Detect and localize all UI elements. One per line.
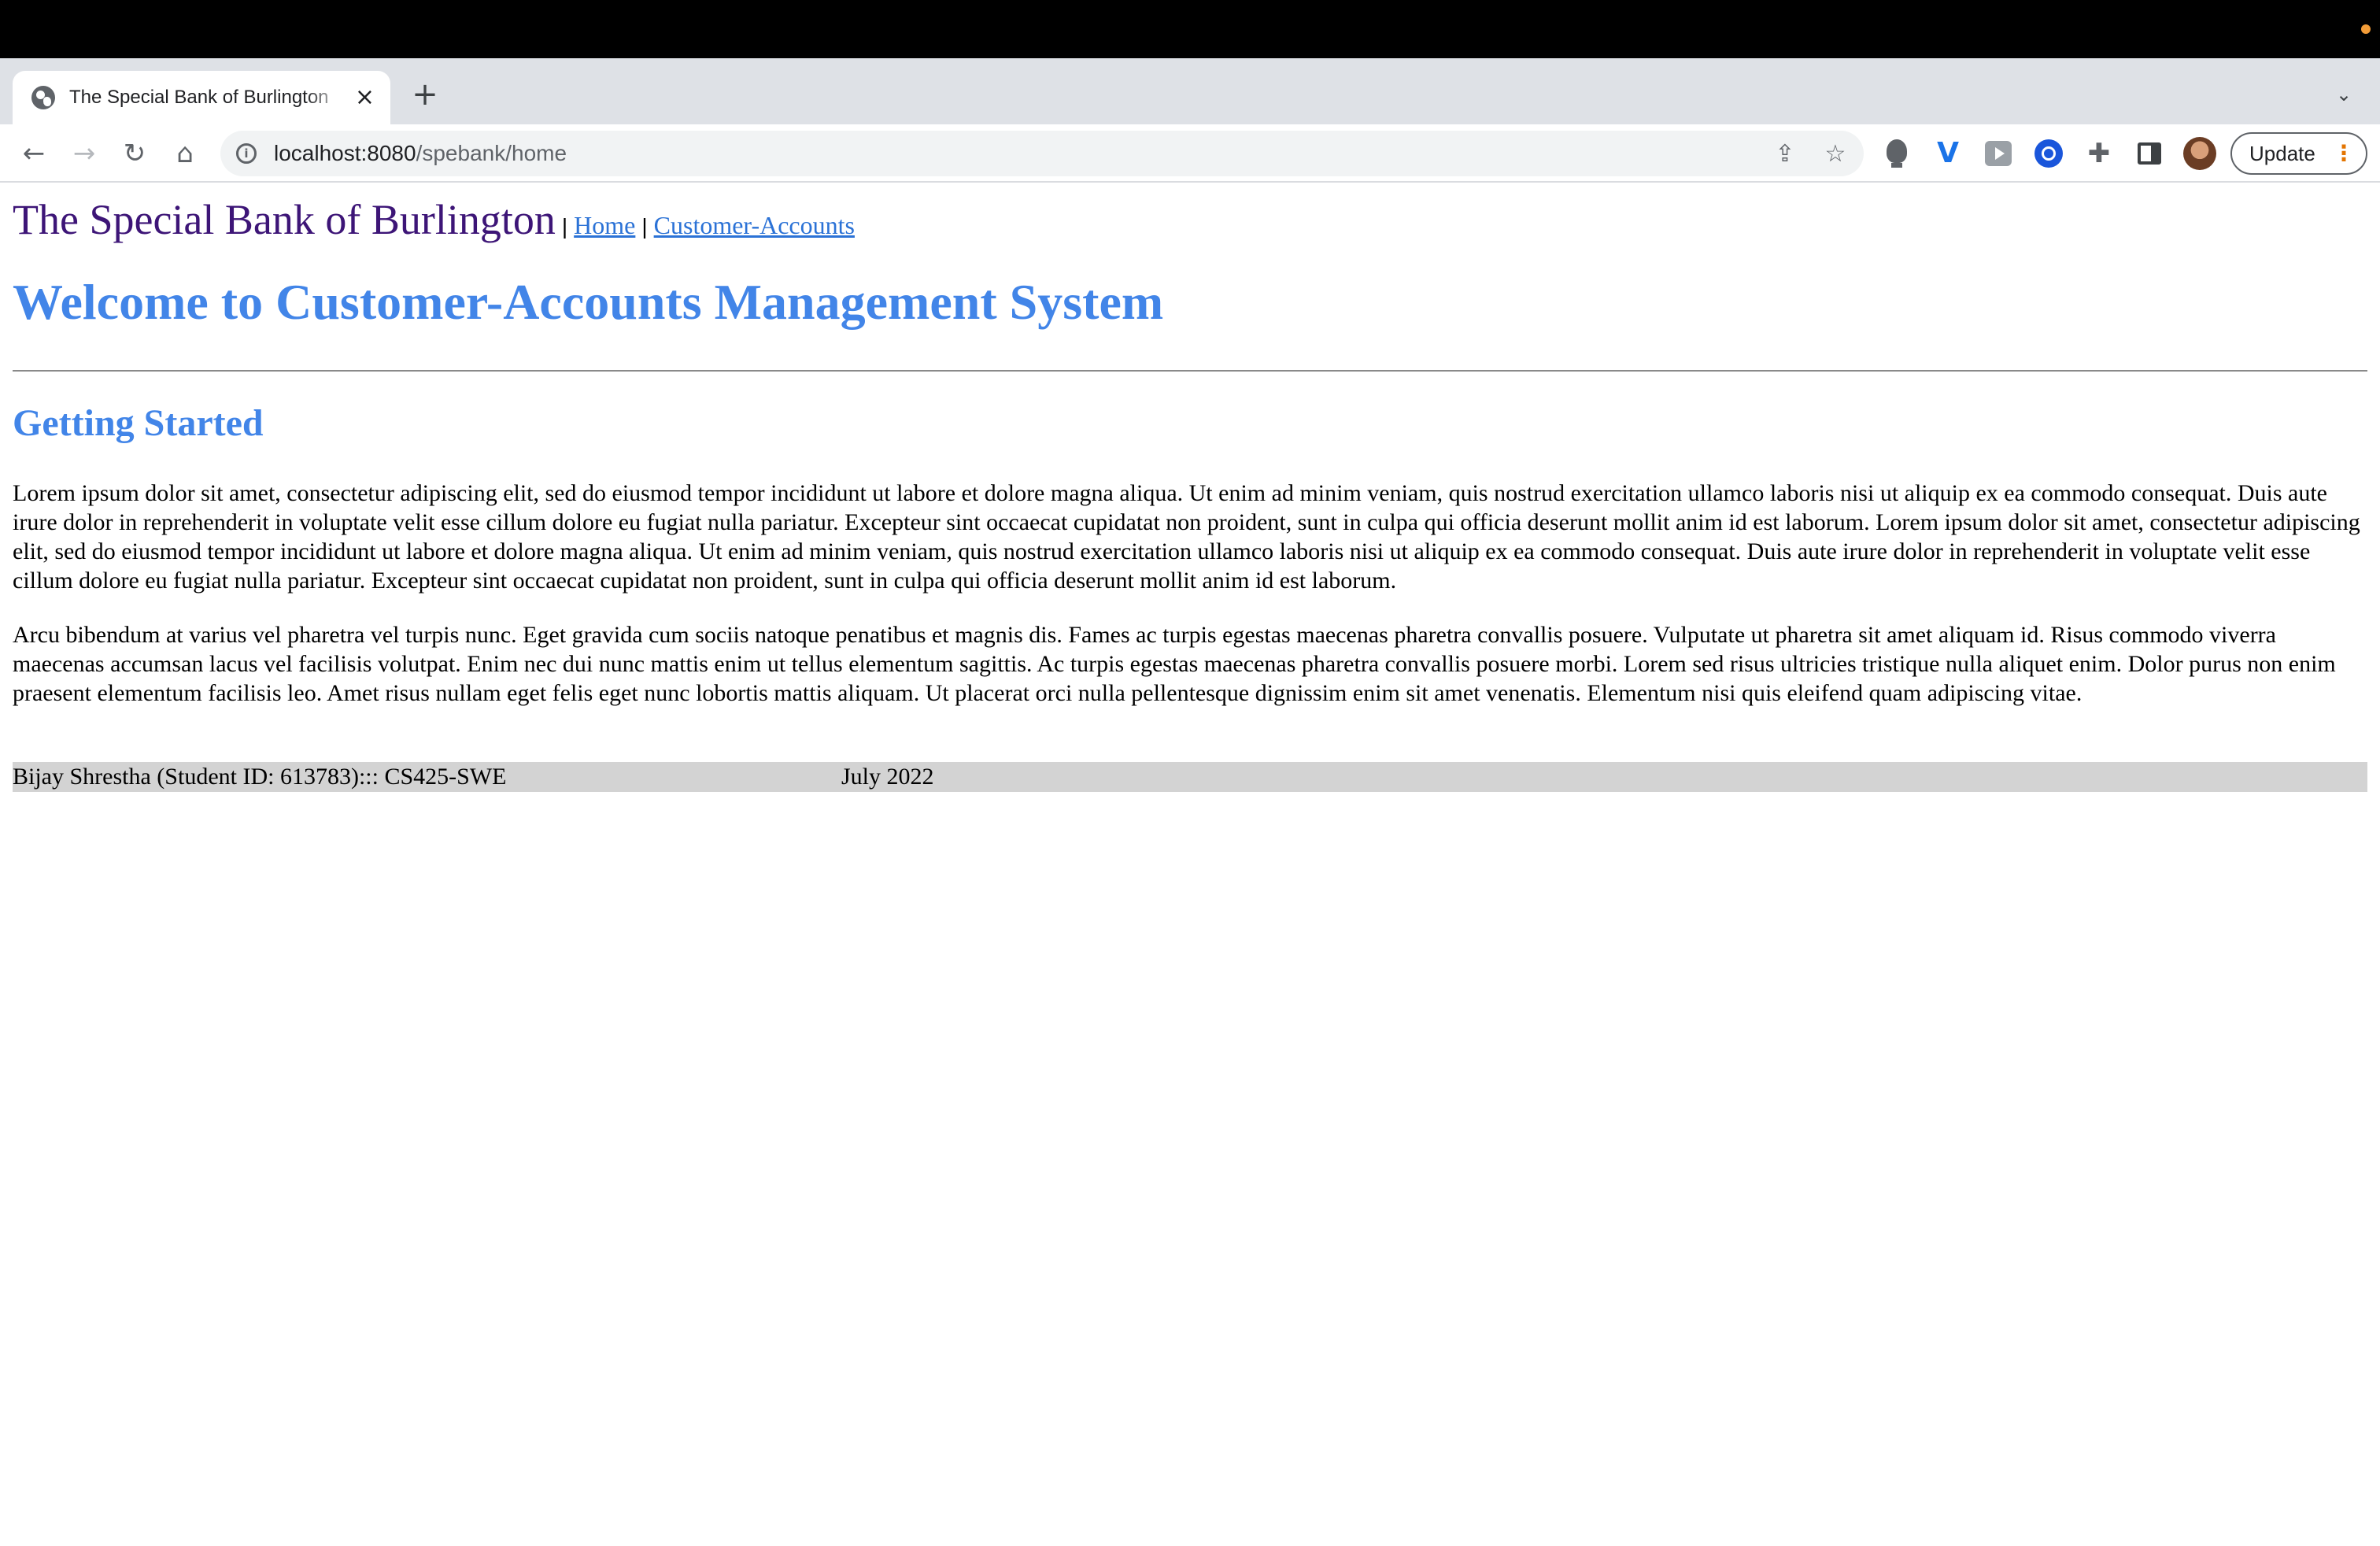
nav-separator: |	[561, 214, 568, 239]
tab-title: The Special Bank of Burlington	[69, 87, 329, 108]
puzzle-icon[interactable]: ✚	[2083, 138, 2115, 169]
chevron-down-icon[interactable]: ⌄	[2330, 80, 2358, 109]
lightbulb-icon[interactable]	[1881, 138, 1913, 169]
site-header: The Special Bank of Burlington | Home | …	[13, 195, 855, 244]
bookmark-star-icon[interactable]: ☆	[1818, 137, 1853, 172]
section-heading: Getting Started	[13, 402, 264, 444]
browser-toolbar: ← → ↻ ⌂ i localhost:8080/spebank/home ⇪ …	[0, 124, 2380, 183]
nav-link-home[interactable]: Home	[574, 211, 635, 239]
close-icon[interactable]: ×	[355, 86, 375, 109]
nav-separator: |	[641, 214, 648, 239]
play-extension-icon[interactable]	[1983, 138, 2014, 169]
v-extension-icon[interactable]: V	[1932, 138, 1964, 169]
kebab-menu-icon: ⋮	[2333, 140, 2355, 166]
recording-indicator-icon	[2361, 24, 2371, 34]
update-label: Update	[2249, 142, 2315, 165]
brand-title: The Special Bank of Burlington	[13, 196, 556, 243]
page-footer: Bijay Shrestha (Student ID: 613783)::: C…	[13, 762, 2367, 792]
nav-link-customer-accounts[interactable]: Customer-Accounts	[654, 211, 855, 239]
os-menu-bar	[0, 0, 2380, 58]
footer-date: July 2022	[841, 764, 934, 790]
new-tab-button[interactable]: +	[405, 74, 445, 115]
url-path: /spebank/home	[416, 141, 567, 165]
url-host: localhost:8080	[274, 141, 416, 165]
profile-avatar[interactable]	[2183, 137, 2216, 170]
globe-icon	[31, 86, 55, 109]
page-content: The Special Bank of Burlington | Home | …	[0, 184, 2380, 1546]
home-button[interactable]: ⌂	[164, 132, 206, 175]
side-panel-icon[interactable]	[2134, 138, 2165, 169]
page-title: Welcome to Customer-Accounts Management …	[13, 274, 1164, 330]
forward-button[interactable]: →	[63, 132, 105, 175]
url-text[interactable]: localhost:8080/spebank/home	[274, 131, 567, 176]
update-button[interactable]: Update ⋮	[2230, 132, 2367, 175]
body-paragraph: Arcu bibendum at varius vel pharetra vel…	[13, 622, 2336, 706]
footer-author: Bijay Shrestha (Student ID: 613783)::: C…	[13, 764, 507, 790]
divider	[13, 370, 2367, 372]
tab-active[interactable]: The Special Bank of Burlington ×	[13, 71, 390, 124]
ring-extension-icon[interactable]	[2033, 138, 2064, 169]
reload-button[interactable]: ↻	[113, 132, 156, 175]
tab-strip: The Special Bank of Burlington × + ⌄	[0, 58, 2380, 124]
intro-paragraph: Lorem ipsum dolor sit amet, consectetur …	[13, 480, 2360, 594]
back-button[interactable]: ←	[13, 132, 55, 175]
address-bar[interactable]: i localhost:8080/spebank/home ⇪ ☆	[220, 131, 1864, 176]
info-icon[interactable]: i	[236, 143, 257, 164]
share-icon[interactable]: ⇪	[1768, 137, 1802, 172]
